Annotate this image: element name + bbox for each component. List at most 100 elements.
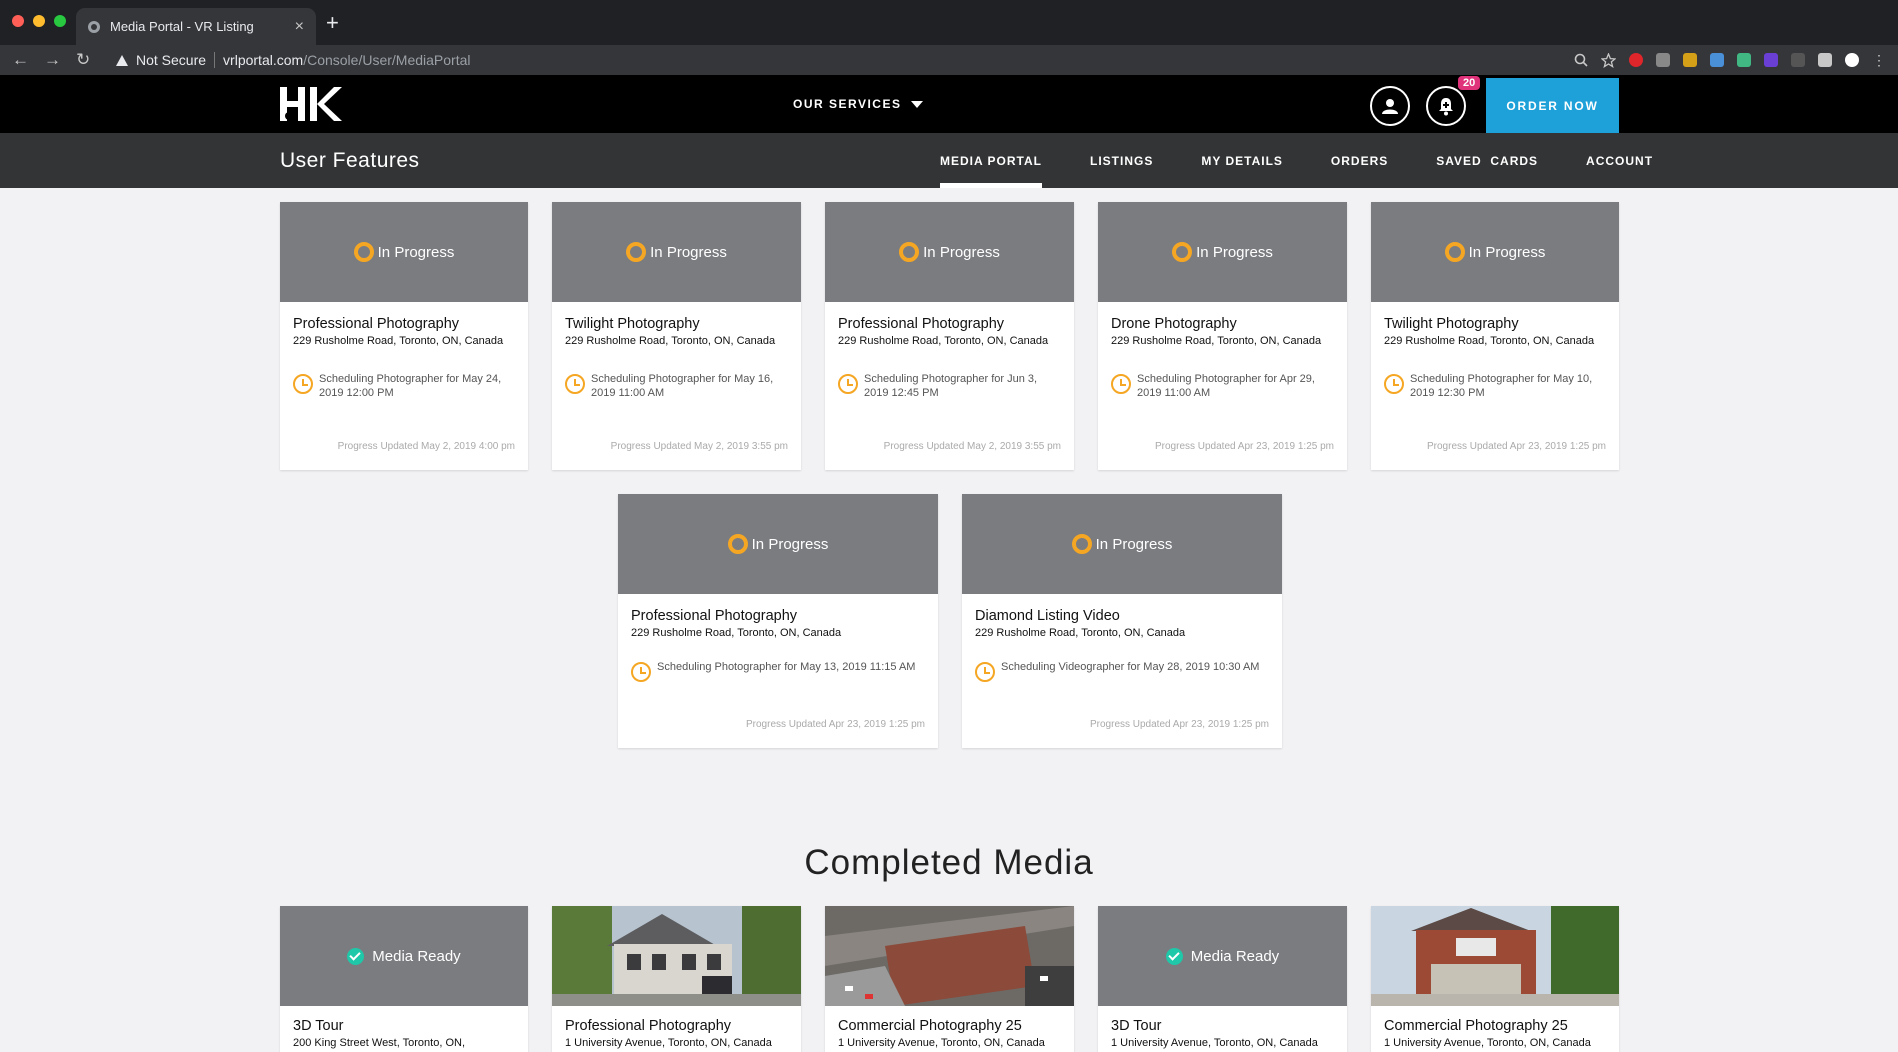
nav-listings[interactable]: LISTINGS — [1090, 133, 1153, 188]
clock-icon — [838, 374, 858, 394]
extension-yellow-icon[interactable] — [1683, 53, 1697, 67]
site-logo[interactable] — [278, 83, 344, 125]
in-progress-icon — [1071, 534, 1092, 554]
aerial-photo-image — [825, 906, 1074, 1006]
forward-icon[interactable]: → — [44, 50, 76, 70]
our-services-menu[interactable]: OUR SERVICES — [793, 97, 924, 111]
profile-avatar-icon[interactable] — [1845, 53, 1859, 67]
extension-red-icon[interactable] — [1629, 53, 1643, 67]
clock-icon — [293, 374, 313, 394]
window-controls — [12, 15, 66, 27]
in-progress-card[interactable]: In Progress Professional Photography 229… — [280, 202, 528, 470]
status-label: In Progress — [923, 243, 1000, 261]
user-account-button[interactable] — [1370, 86, 1410, 126]
completed-card[interactable]: Media Ready 3D Tour 1 University Avenue,… — [1098, 906, 1347, 1052]
aerial-photo[interactable] — [825, 906, 1074, 1006]
in-progress-card[interactable]: In Progress Twilight Photography 229 Rus… — [1371, 202, 1619, 470]
extension-vue-icon[interactable] — [1737, 53, 1751, 67]
completed-card[interactable]: Media Ready 3D Tour 200 King Street West… — [280, 906, 528, 1052]
card-status-header: In Progress — [552, 202, 801, 302]
extensions-area: ⋮ — [1574, 52, 1886, 69]
in-progress-icon — [727, 534, 748, 554]
card-address: 1 University Avenue, Toronto, ON, Canada — [1111, 1037, 1318, 1049]
card-title: Diamond Listing Video — [975, 608, 1120, 624]
zoom-icon[interactable] — [1574, 53, 1588, 67]
security-label[interactable]: Not Secure — [136, 52, 206, 68]
in-progress-card[interactable]: In Progress Twilight Photography 229 Rus… — [552, 202, 801, 470]
in-progress-card[interactable]: In Progress Professional Photography 229… — [825, 202, 1074, 470]
schedule-text: Scheduling Photographer for Jun 3, 2019 … — [864, 373, 1038, 399]
new-tab-button[interactable]: + — [326, 12, 339, 34]
progress-updated: Progress Updated May 2, 2019 4:00 pm — [337, 441, 515, 452]
card-title: Twilight Photography — [565, 316, 700, 332]
card-status-header: In Progress — [825, 202, 1074, 302]
in-progress-icon — [1444, 242, 1465, 262]
status-label: In Progress — [751, 535, 829, 553]
card-address: 229 Rusholme Road, Toronto, ON, Canada — [975, 627, 1186, 639]
bookmark-star-icon[interactable] — [1601, 52, 1616, 68]
media-portal-content: In Progress Professional Photography 229… — [0, 188, 1898, 1052]
status-label: In Progress — [377, 243, 455, 261]
clock-icon — [565, 374, 585, 394]
extension-blue-icon[interactable] — [1710, 53, 1724, 67]
card-status-header: Media Ready — [280, 906, 528, 1006]
close-window-button[interactable] — [12, 15, 24, 27]
url-path[interactable]: /Console/User/MediaPortal — [303, 52, 470, 68]
card-title: 3D Tour — [293, 1018, 344, 1034]
tab-title: Media Portal - VR Listing — [110, 19, 254, 34]
card-address: 229 Rusholme Road, Toronto, ON, Canada — [293, 335, 504, 347]
completed-card[interactable]: Commercial Photography 25 1 University A… — [825, 906, 1074, 1052]
our-services-label: OUR SERVICES — [793, 97, 902, 111]
in-progress-icon — [626, 242, 647, 262]
notifications-button[interactable] — [1426, 86, 1466, 126]
card-title: Drone Photography — [1111, 316, 1237, 332]
card-address: 229 Rusholme Road, Toronto, ON, Canada — [838, 335, 1049, 347]
completed-card[interactable]: Commercial Photography 25 1 University A… — [1371, 906, 1619, 1052]
completed-card[interactable]: Professional Photography 1 University Av… — [552, 906, 801, 1052]
card-title: Commercial Photography 25 — [1384, 1018, 1568, 1034]
bell-icon — [1439, 98, 1453, 116]
extensions-puzzle-icon[interactable] — [1818, 53, 1832, 67]
in-progress-icon — [1172, 242, 1193, 262]
site-header: OUR SERVICES 20 ORDER NOW — [0, 75, 1898, 133]
status-label: In Progress — [1196, 243, 1273, 261]
order-now-button[interactable]: ORDER NOW — [1486, 78, 1619, 133]
tab-close-icon[interactable]: × — [295, 18, 304, 36]
card-title: Professional Photography — [293, 316, 460, 332]
brick-house-photo[interactable] — [1371, 906, 1619, 1006]
browser-menu-icon[interactable]: ⋮ — [1872, 52, 1886, 69]
clock-icon — [975, 662, 995, 682]
address-bar: ← → ↻ Not Secure vrlportal.com/Console/U… — [0, 45, 1898, 75]
card-title: 3D Tour — [1111, 1018, 1162, 1034]
nav-my-details[interactable]: MY DETAILS — [1201, 133, 1283, 188]
page-title: User Features — [280, 149, 420, 172]
progress-updated: Progress Updated Apr 23, 2019 1:25 pm — [1089, 719, 1269, 730]
card-status-header: In Progress — [618, 494, 938, 594]
extension-purple-icon[interactable] — [1764, 53, 1778, 67]
maximize-window-button[interactable] — [54, 15, 66, 27]
extension-doc-icon[interactable] — [1791, 53, 1805, 67]
browser-tab[interactable]: Media Portal - VR Listing × — [76, 8, 316, 45]
card-address: 1 University Avenue, Toronto, ON, Canada — [838, 1037, 1045, 1049]
reload-icon[interactable]: ↻ — [76, 50, 108, 70]
warning-icon[interactable] — [116, 54, 128, 66]
url-host[interactable]: vrlportal.com — [223, 52, 303, 68]
extension-react-icon[interactable] — [1656, 53, 1670, 67]
nav-account[interactable]: ACCOUNT — [1586, 133, 1653, 188]
in-progress-card[interactable]: In Progress Professional Photography 229… — [618, 494, 938, 748]
house-photo[interactable] — [552, 906, 801, 1006]
notification-count-badge: 20 — [1458, 76, 1481, 90]
minimize-window-button[interactable] — [33, 15, 45, 27]
schedule-text: Scheduling Photographer for May 24, 2019… — [319, 373, 502, 399]
nav-saved-cards[interactable]: SAVED CARDS — [1436, 133, 1538, 188]
progress-updated: Progress Updated May 2, 2019 3:55 pm — [610, 441, 788, 452]
nav-orders[interactable]: ORDERS — [1331, 133, 1388, 188]
in-progress-card[interactable]: In Progress Diamond Listing Video 229 Ru… — [962, 494, 1282, 748]
back-icon[interactable]: ← — [12, 50, 44, 70]
in-progress-card[interactable]: In Progress Drone Photography 229 Rushol… — [1098, 202, 1347, 470]
progress-updated: Progress Updated Apr 23, 2019 1:25 pm — [1154, 441, 1334, 452]
brick-house-photo-image — [1371, 906, 1619, 1006]
clock-icon — [1384, 374, 1404, 394]
nav-media-portal[interactable]: MEDIA PORTAL — [940, 133, 1042, 188]
card-address: 229 Rusholme Road, Toronto, ON, Canada — [631, 627, 842, 639]
